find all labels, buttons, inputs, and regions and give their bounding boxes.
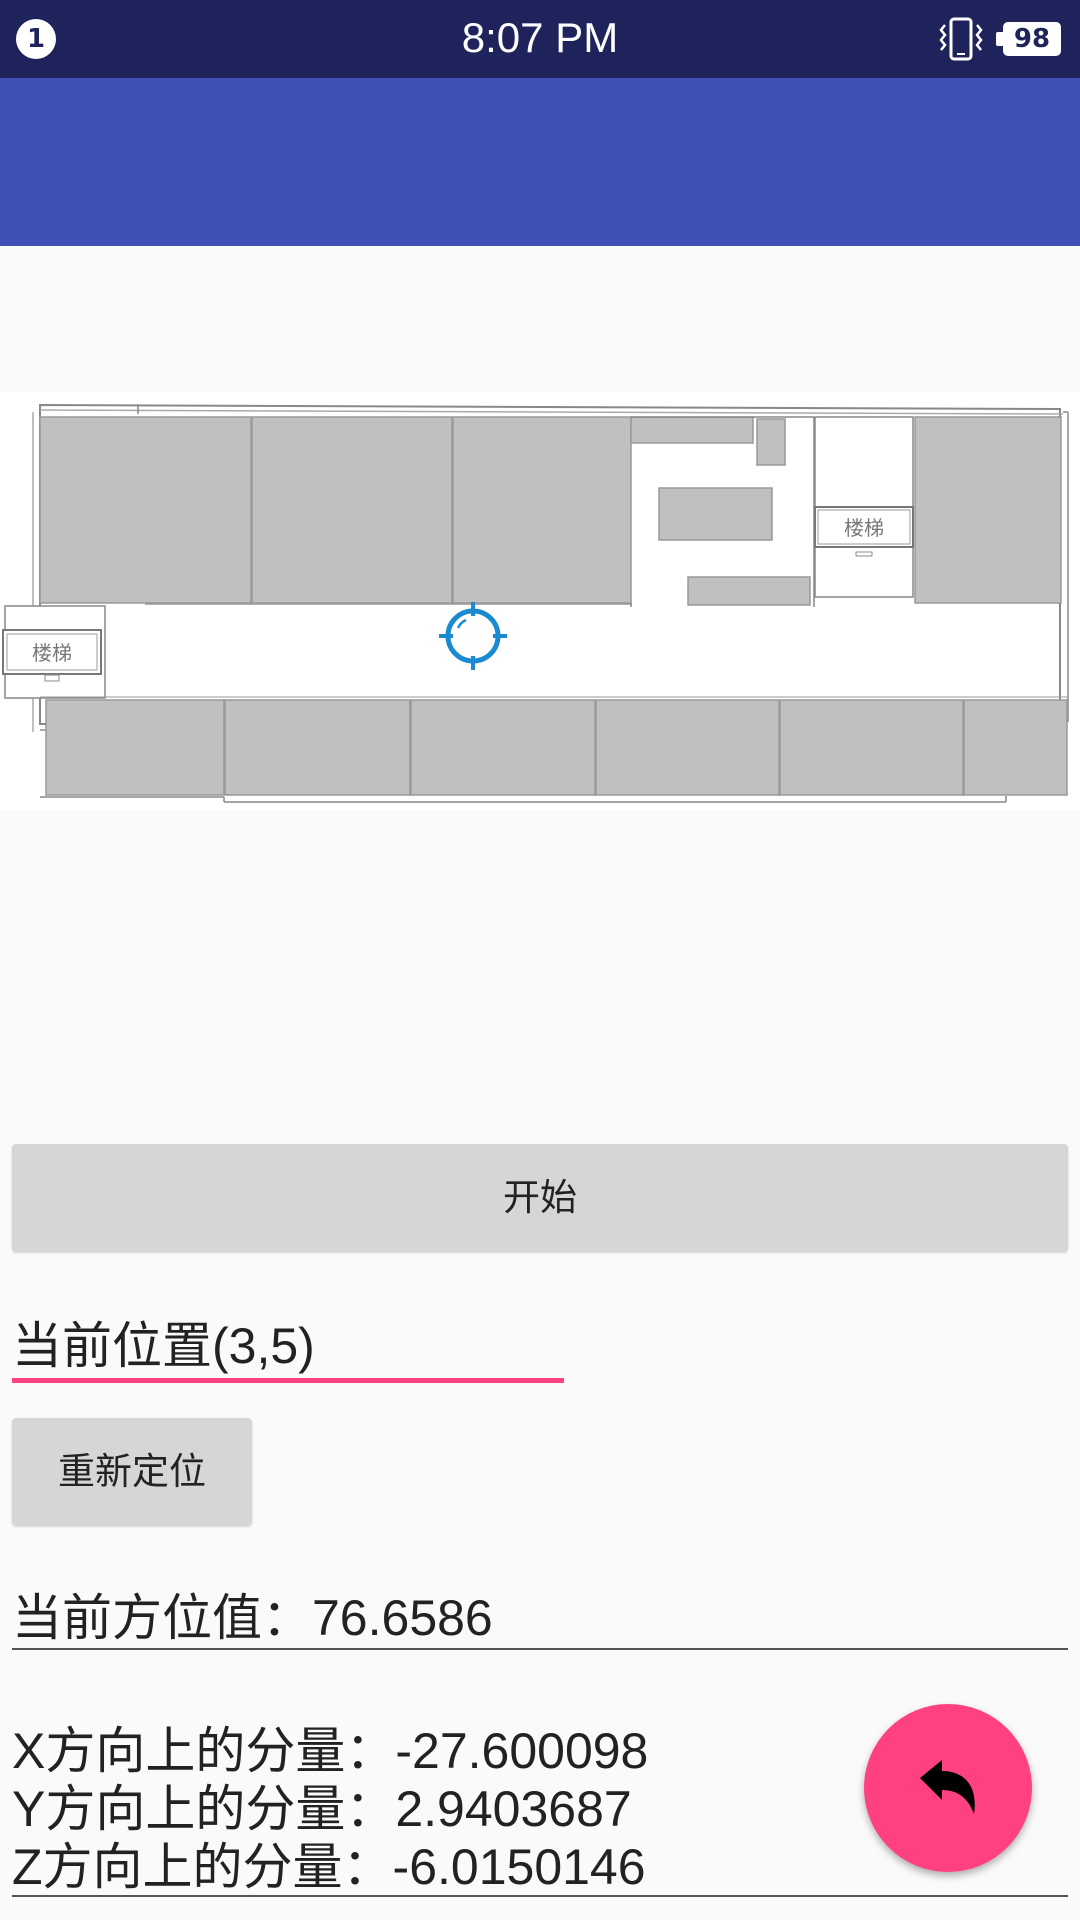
battery-icon: 98 xyxy=(996,22,1061,56)
relocate-button[interactable]: 重新定位 xyxy=(12,1418,252,1526)
azimuth-value: 76.6586 xyxy=(312,1590,493,1646)
vibrate-icon xyxy=(939,17,983,61)
room xyxy=(756,418,786,466)
room xyxy=(658,487,773,541)
room xyxy=(595,699,780,796)
room xyxy=(963,699,1068,796)
room xyxy=(687,576,811,606)
current-position-field[interactable]: 当前位置(3,5) xyxy=(12,1300,564,1383)
app-bar xyxy=(0,78,1080,246)
z-component-value: -6.0150146 xyxy=(392,1839,646,1895)
z-component-label: Z方向上的分量： xyxy=(12,1839,393,1895)
back-fab-button[interactable] xyxy=(864,1704,1032,1872)
azimuth-readout: 当前方位值：76.6586 xyxy=(12,1578,493,1650)
start-button[interactable]: 开始 xyxy=(12,1144,1068,1252)
stairs-label: 楼梯 xyxy=(32,641,72,665)
room xyxy=(410,699,596,796)
room xyxy=(39,416,252,604)
room xyxy=(224,699,411,796)
azimuth-label: 当前方位值： xyxy=(12,1590,312,1646)
floor-plan-map[interactable]: 楼梯 楼梯 xyxy=(0,392,1080,810)
stairs-label: 楼梯 xyxy=(844,516,884,540)
room xyxy=(779,699,964,796)
current-position-text: 当前位置(3,5) xyxy=(12,1318,315,1374)
azimuth-field[interactable]: 当前方位值：76.6586 xyxy=(12,1576,1068,1650)
room xyxy=(251,416,453,604)
room xyxy=(452,416,632,604)
room xyxy=(630,416,754,444)
status-time: 8:07 PM xyxy=(461,14,619,61)
z-component: Z方向上的分量：-6.0150146 xyxy=(12,1827,646,1899)
status-bar: 1 8:07 PM 98 xyxy=(0,0,1080,78)
room xyxy=(45,699,225,796)
room xyxy=(914,416,1062,604)
reply-arrow-icon xyxy=(920,1760,975,1814)
